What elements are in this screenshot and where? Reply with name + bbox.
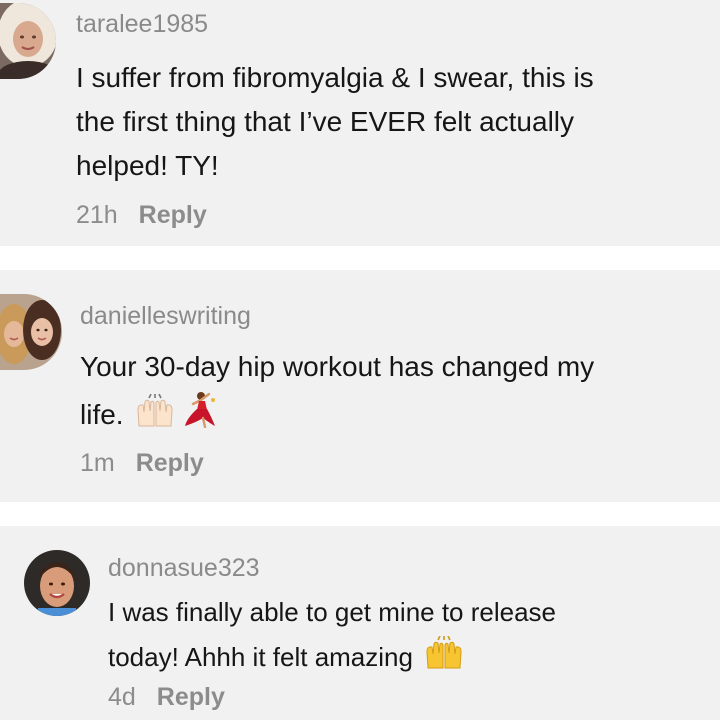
comment-text: Your 30-day hip workout has changed my l… [80, 344, 594, 442]
comment-username[interactable]: donnasue323 [108, 554, 260, 583]
comment-text-line: today! Ahhh it felt amazing [108, 642, 413, 672]
comment-meta: 4d Reply [108, 683, 225, 712]
avatar[interactable] [24, 550, 90, 616]
raising-hands-icon [424, 635, 464, 684]
comment-text-line: the first thing that I’ve EVER felt actu… [76, 106, 575, 137]
reply-button[interactable]: Reply [139, 201, 207, 229]
dancer-icon [183, 390, 217, 442]
comment-card: donnasue323 I was finally able to get mi… [0, 526, 720, 720]
comment-age: 21h [76, 201, 118, 229]
comment-text: I was finally able to get mine to releas… [108, 590, 556, 684]
comment-text-line: I was finally able to get mine to releas… [108, 597, 557, 627]
comment-card: taralee1985 I suffer from fibromyalgia &… [0, 0, 720, 246]
comment-card: danielleswriting Your 30-day hip workout… [0, 270, 720, 502]
avatar[interactable] [0, 294, 62, 370]
comment-text-line-with-emoji: life. [80, 390, 594, 442]
comment-text-line-with-emoji: today! Ahhh it felt amazing [108, 635, 556, 684]
comment-age: 4d [108, 683, 136, 711]
comment-meta: 1m Reply [80, 449, 204, 478]
reply-button[interactable]: Reply [157, 683, 225, 711]
comment-meta: 21h Reply [76, 201, 207, 230]
comment-text-line: helped! TY! [76, 150, 219, 181]
comment-text-line: life. [80, 399, 124, 430]
comment-username[interactable]: taralee1985 [76, 10, 208, 39]
raising-hands-light-icon [135, 393, 175, 442]
comment-age: 1m [80, 449, 115, 477]
comment-text-line: Your 30-day hip workout has changed my [80, 351, 595, 382]
comment-username[interactable]: danielleswriting [80, 302, 251, 331]
avatar[interactable] [0, 3, 56, 79]
comment-text: I suffer from fibromyalgia & I swear, th… [76, 56, 594, 188]
reply-button[interactable]: Reply [136, 449, 204, 477]
comment-text-line: I suffer from fibromyalgia & I swear, th… [76, 62, 594, 93]
